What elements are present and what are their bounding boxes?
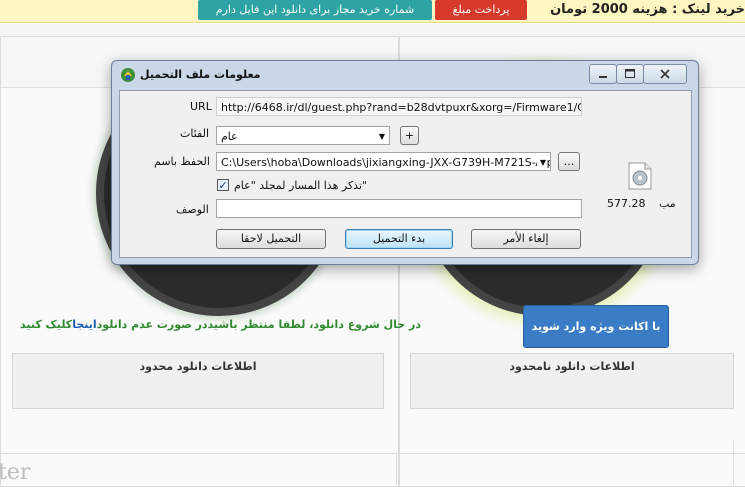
remember-path-checkbox[interactable]: ✓ [217, 179, 229, 192]
start-download-button[interactable]: بدء التحميل [345, 229, 453, 249]
waiting-text-suffix: کلیک کنید [20, 318, 73, 331]
url-field[interactable]: http://6468.ir/dl/guest.php?rand=b28dvtp… [216, 97, 582, 116]
maximize-button[interactable] [616, 64, 644, 84]
dialog-title: معلومات ملف التحميل [140, 68, 261, 81]
idm-app-icon [121, 68, 135, 82]
cost-text: خرید لینک : هزینه 2000 تومان [550, 2, 745, 17]
minimize-icon [599, 76, 607, 78]
download-file-info-dialog: معلومات ملف التحميل URL http://6468.ir/d… [111, 60, 699, 265]
minimize-button[interactable] [589, 64, 617, 84]
close-button[interactable] [643, 64, 687, 84]
browse-button[interactable]: ... [558, 152, 580, 171]
url-label: URL [190, 100, 212, 113]
category-label: الفئات [180, 127, 209, 140]
chevron-down-icon: ▼ [378, 132, 385, 141]
file-size: 577.28 مب [607, 197, 676, 210]
unlimited-info-title: اطلاعات دانلود نامحدود [509, 360, 635, 373]
dialog-titlebar[interactable]: معلومات ملف التحميل [112, 61, 698, 89]
cancel-button[interactable]: إلغاء الأمر [471, 229, 581, 249]
waiting-text: در حال شروع دانلود، لطفا منتظر باشیددر ص… [96, 318, 422, 331]
waiting-message: در حال شروع دانلود، لطفا منتظر باشیددر ص… [20, 318, 421, 331]
footer-text: ter [0, 460, 31, 485]
footer-divider [0, 453, 745, 454]
vip-login-button[interactable]: با اکانت ویژه وارد شوید [523, 305, 669, 348]
here-link[interactable]: اینجا [72, 318, 96, 331]
remember-path-label: تذكر هذا المسار لمجلد "عام" [234, 179, 368, 192]
add-category-button[interactable]: + [400, 126, 419, 145]
category-value: عام [221, 130, 238, 143]
limited-info-title: اطلاعات دانلود محدود [139, 360, 257, 373]
file-size-unit: مب [659, 197, 676, 210]
description-label: الوصف [176, 203, 209, 216]
limited-download-info: اطلاعات دانلود محدود [12, 353, 384, 409]
footer-divider-vertical [733, 440, 734, 485]
footer-divider-vertical [396, 453, 397, 485]
category-select[interactable]: عام ▼ [216, 126, 390, 145]
maximize-icon [625, 69, 635, 78]
file-size-value: 577.28 [607, 197, 646, 210]
unlimited-download-info: اطلاعات دانلود نامحدود [410, 353, 734, 409]
save-as-path-input[interactable]: C:\Users\hoba\Downloads\jixiangxing-JXX-… [216, 152, 551, 171]
download-later-button[interactable]: التحميل لاحقا [216, 229, 326, 249]
purchase-code-button[interactable]: شماره خرید مجاز برای دانلود این فایل دار… [198, 0, 432, 20]
pay-button[interactable]: پرداخت مبلغ [435, 0, 527, 20]
top-bar: شماره خرید مجاز برای دانلود این فایل دار… [0, 0, 745, 24]
save-as-label: الحفظ باسم [154, 155, 210, 168]
save-as-path: C:\Users\hoba\Downloads\jixiangxing-JXX-… [221, 156, 551, 169]
file-type-icon [628, 162, 652, 190]
chevron-down-icon: ▼ [536, 153, 546, 170]
close-icon [660, 69, 670, 79]
description-input[interactable] [216, 199, 582, 218]
